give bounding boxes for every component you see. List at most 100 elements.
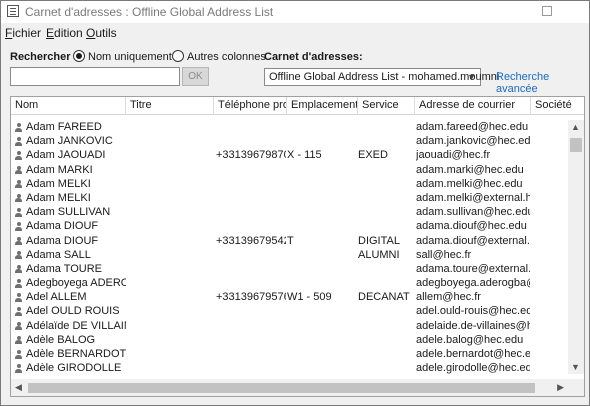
cell-email: adam.melki@external.hec...: [416, 191, 530, 204]
person-icon: [15, 335, 22, 345]
cell-email: adele.girodolle@hec.edu: [416, 362, 530, 375]
menu-bar: Fichier Edition Outils: [1, 24, 589, 42]
contact-row[interactable]: Adam MELKI adam.melki@hec.edu: [11, 177, 568, 191]
menu-fichier[interactable]: Fichier: [5, 26, 41, 40]
person-icon: [15, 208, 22, 217]
column-header-name[interactable]: Nom: [11, 97, 126, 114]
person-icon: [15, 293, 22, 302]
person-icon: [15, 123, 22, 132]
cell-name: Adam MELKI: [26, 191, 91, 204]
person-icon: [15, 264, 22, 274]
contact-row[interactable]: Adèle BERNARDOT adele.bernardot@hec.edu: [11, 347, 568, 361]
advanced-search-link[interactable]: Recherche avancée: [496, 71, 589, 95]
cell-name: Adam MARKI: [26, 163, 93, 176]
contact-row[interactable]: Adel ALLEM +33139679576 W1 - 509 DECANAT all…: [11, 290, 568, 304]
person-icon: [15, 250, 22, 260]
vertical-scroll-thumb[interactable]: [570, 138, 582, 152]
scroll-up-icon[interactable]: ▲: [571, 122, 580, 132]
radio-name-only[interactable]: [73, 50, 85, 62]
person-icon: [15, 179, 22, 189]
cell-email: adel.ould-rouis@hec.edu: [416, 305, 530, 318]
contact-row[interactable]: Adam FAREED adam.fareed@hec.edu: [11, 120, 568, 134]
vertical-scrollbar[interactable]: ▲ ▼: [568, 120, 584, 374]
contact-row[interactable]: Adam JANKOVIC adam.jankovic@hec.edu: [11, 134, 568, 148]
cell-phone: +33139679870: [216, 149, 286, 162]
contact-row[interactable]: Adam MARKI adam.marki@hec.edu: [11, 163, 568, 177]
column-header-location[interactable]: Emplacement: [287, 97, 358, 114]
chevron-down-icon: ▼: [467, 72, 476, 82]
contact-row[interactable]: Adam JAOUADI +33139679870 X - 115 EXED jaoua…: [11, 148, 568, 162]
address-book-select[interactable]: Offline Global Address List - mohamed.mo…: [264, 68, 499, 86]
cell-email: adegboyega.aderogba@h...: [416, 277, 530, 290]
column-header-title[interactable]: Titre: [126, 97, 214, 114]
contact-row[interactable]: Adama SALL ALUMNI sall@hec.fr: [11, 248, 568, 262]
column-header-phone[interactable]: Téléphone pro...: [214, 97, 287, 114]
cell-email: adama.diouf@hec.edu: [416, 220, 527, 233]
cell-name: Adam JAOUADI: [26, 149, 106, 162]
cell-email: adama.diouf@external.he...: [416, 234, 530, 247]
person-icon: [15, 165, 22, 175]
column-header-email[interactable]: Adresse de courrier: [415, 97, 531, 114]
contact-row[interactable]: Adam SULLIVAN adam.sullivan@hec.edu: [11, 205, 568, 219]
scroll-down-icon[interactable]: ▼: [571, 362, 580, 372]
column-header-company[interactable]: Société: [531, 97, 584, 114]
cell-email: adama.toure@external.he...: [416, 262, 530, 275]
cell-email: adam.melki@hec.edu: [416, 177, 523, 190]
person-icon: [15, 350, 22, 359]
contact-row[interactable]: Adèle GIRODOLLE adele.girodolle@hec.edu: [11, 361, 568, 375]
horizontal-scrollbar[interactable]: ◀ ▶: [11, 379, 568, 396]
cell-email: adelaide.de-villaines@hec...: [416, 319, 530, 332]
ok-button[interactable]: OK: [182, 67, 209, 86]
cell-email: adele.balog@hec.edu: [416, 333, 524, 346]
radio-name-only-label[interactable]: Nom uniquement: [88, 51, 172, 63]
cell-phone: +33139679542: [216, 234, 286, 247]
scroll-left-icon[interactable]: ◀: [15, 382, 22, 393]
person-icon: [15, 279, 22, 288]
radio-other-columns-label[interactable]: Autres colonnes: [187, 51, 266, 63]
cell-service: DECANAT: [358, 291, 410, 304]
contact-row[interactable]: Adel OULD ROUIS adel.ould-rouis@hec.edu: [11, 304, 568, 318]
search-label: Rechercher :: [10, 51, 78, 63]
contact-row[interactable]: Adama DIOUF adama.diouf@hec.edu: [11, 219, 568, 233]
cell-email: jaouadi@hec.fr: [416, 149, 491, 162]
menu-outils[interactable]: Outils: [86, 26, 117, 40]
column-header-service[interactable]: Service: [358, 97, 415, 114]
menu-edition[interactable]: Edition: [46, 26, 83, 40]
maximize-button[interactable]: [542, 6, 552, 16]
cell-location: T: [287, 234, 294, 247]
contact-row[interactable]: Adélaïde DE VILLAINES adelaide.de-villain…: [11, 319, 568, 333]
radio-other-columns[interactable]: [172, 50, 184, 62]
cell-name: Adama SALL: [26, 248, 91, 261]
cell-name: Adèle BERNARDOT: [26, 348, 126, 360]
person-icon: [15, 236, 22, 246]
cell-name: Adama DIOUF: [26, 220, 99, 233]
horizontal-scroll-thumb[interactable]: [28, 383, 535, 393]
scrollbar-corner: [568, 379, 584, 396]
cell-name: Adam MELKI: [26, 177, 91, 190]
contact-row[interactable]: Adam MELKI adam.melki@external.hec...: [11, 191, 568, 205]
cell-name: Adèle GIRODOLLE: [26, 362, 122, 375]
contact-row[interactable]: Adèle BALOG adele.balog@hec.edu: [11, 333, 568, 347]
search-input[interactable]: [10, 67, 180, 86]
cell-email: adam.sullivan@hec.edu: [416, 206, 530, 219]
person-icon: [15, 321, 22, 331]
contact-rows: Adam FAREED adam.fareed@hec.edu Adam JANKO…: [11, 120, 568, 375]
contact-row[interactable]: Adama TOURE adama.toure@external.he...: [11, 262, 568, 276]
cell-email: adele.bernardot@hec.edu: [416, 348, 530, 360]
scroll-right-icon[interactable]: ▶: [557, 382, 564, 393]
cell-service: DIGITAL: [358, 234, 400, 247]
person-icon: [15, 307, 22, 316]
cell-email: adam.marki@hec.edu: [416, 163, 524, 176]
cell-email: adam.fareed@hec.edu: [416, 121, 529, 133]
person-icon: [15, 151, 22, 160]
contact-row[interactable]: Adegboyega ADEROG... adegboyega.aderogba@…: [11, 276, 568, 290]
cell-name: Adèle BALOG: [26, 333, 96, 346]
cell-location: W1 - 509: [287, 291, 332, 304]
contact-row[interactable]: Adama DIOUF +33139679542 T DIGITAL adama.dio…: [11, 234, 568, 248]
cell-service: ALUMNI: [358, 248, 400, 261]
cell-name: Adel ALLEM: [26, 291, 87, 304]
cell-email: sall@hec.fr: [416, 248, 472, 261]
person-icon: [15, 222, 22, 231]
address-book-label: Carnet d'adresses:: [264, 51, 363, 63]
person-icon: [15, 137, 22, 146]
